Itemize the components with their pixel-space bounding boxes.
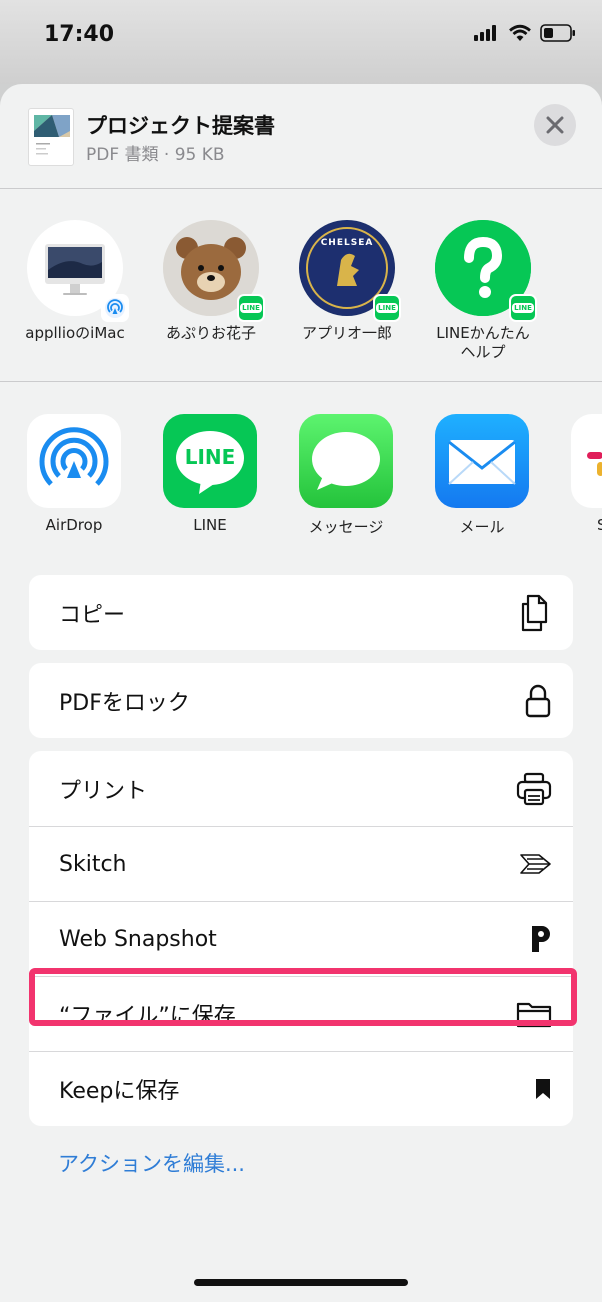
envelope-icon xyxy=(448,440,516,485)
contact-label: あぷりお花子 xyxy=(165,324,256,342)
app-label: メッセージ xyxy=(308,518,384,536)
line-badge-text: LINE xyxy=(240,303,262,313)
action-copy[interactable]: コピー xyxy=(29,575,573,650)
home-indicator xyxy=(194,1279,408,1286)
document-subtitle: PDF 書類 · 95 KB xyxy=(86,145,225,165)
action-label: Keepに保存 xyxy=(59,1079,180,1104)
contact-ichiro[interactable]: CHELSEA LINE アプリオ一郎 xyxy=(282,220,412,343)
contact-suggestions: appllioのiMac LINE あぷりお花子 CHELSEA LINE アプ… xyxy=(0,216,602,376)
bookmark-icon xyxy=(533,1077,553,1101)
lock-icon xyxy=(523,683,553,719)
contacts-divider xyxy=(0,381,602,382)
app-partial[interactable]: S xyxy=(553,414,602,534)
status-icons xyxy=(474,24,576,42)
app-label: AirDrop xyxy=(45,516,103,534)
p-logo-icon xyxy=(529,924,553,954)
contact-label: appllioのiMac xyxy=(25,324,125,342)
app-label: LINE xyxy=(193,516,227,534)
close-icon xyxy=(546,116,564,134)
line-badge: LINE xyxy=(237,294,265,322)
action-group-main: プリント Skitch Web Snapshot “ファイル”に保存 Keepに… xyxy=(29,751,573,1126)
action-skitch[interactable]: Skitch xyxy=(29,826,573,901)
message-bubble-icon xyxy=(312,432,380,490)
action-label: Web Snapshot xyxy=(59,926,217,952)
copy-icon xyxy=(519,593,553,633)
hanako-avatar: LINE xyxy=(163,220,265,322)
share-sheet: プロジェクト提案書 PDF 書類 · 95 KB appllioのiMac LI… xyxy=(0,84,602,1302)
action-print[interactable]: プリント xyxy=(29,751,573,826)
slack-like-icon xyxy=(587,452,602,476)
line-badge: LINE xyxy=(373,294,401,322)
printer-icon xyxy=(515,771,553,807)
line-badge: LINE xyxy=(509,294,537,322)
edit-actions-link[interactable]: アクションを編集... xyxy=(58,1148,245,1178)
action-label: PDFをロック xyxy=(59,690,190,716)
mail-app-icon xyxy=(435,414,529,508)
document-thumbnail-image xyxy=(34,115,70,155)
ichiro-avatar: CHELSEA LINE xyxy=(299,220,401,322)
contact-label-line2: ヘルプ xyxy=(460,343,506,361)
folder-icon xyxy=(515,999,553,1029)
skitch-arrow-icon xyxy=(519,851,553,877)
document-thumbnail xyxy=(28,108,74,166)
line-badge-text: LINE xyxy=(376,303,398,313)
airdrop-badge-icon xyxy=(105,298,125,318)
action-save-to-keep[interactable]: Keepに保存 xyxy=(29,1051,573,1126)
app-label: メール xyxy=(459,518,505,536)
action-group-lock: PDFをロック xyxy=(29,663,573,738)
app-label: S xyxy=(597,516,602,534)
contact-imac[interactable]: appllioのiMac xyxy=(10,220,140,343)
app-airdrop[interactable]: AirDrop xyxy=(9,414,139,534)
airdrop-app-icon xyxy=(27,414,121,508)
line-badge-text: LINE xyxy=(512,303,534,313)
contact-label-line1: LINEかんたん xyxy=(436,324,530,342)
app-mail[interactable]: メール xyxy=(417,414,547,537)
action-web-snapshot[interactable]: Web Snapshot xyxy=(29,901,573,976)
partial-app-icon xyxy=(571,414,602,508)
action-label: コピー xyxy=(59,602,126,628)
document-title: プロジェクト提案書 xyxy=(86,114,275,138)
action-save-to-files[interactable]: “ファイル”に保存 xyxy=(29,976,573,1051)
action-label: Skitch xyxy=(59,851,127,877)
messages-app-icon xyxy=(299,414,393,508)
header-divider xyxy=(0,188,602,189)
contact-hanako[interactable]: LINE あぷりお花子 xyxy=(146,220,276,343)
app-messages[interactable]: メッセージ xyxy=(281,414,411,537)
line-app-icon: LINE xyxy=(163,414,257,508)
airdrop-icon xyxy=(39,427,109,486)
close-button[interactable] xyxy=(534,104,576,146)
contact-label: LINEかんたん ヘルプ xyxy=(418,324,548,362)
contact-label: アプリオ一郎 xyxy=(301,324,392,342)
share-header: プロジェクト提案書 PDF 書類 · 95 KB xyxy=(0,84,602,188)
chelsea-text: CHELSEA xyxy=(320,238,374,248)
app-row: AirDrop LINE LINE メッセージ メール S xyxy=(0,414,602,544)
imac-avatar xyxy=(27,220,129,322)
status-time: 17:40 xyxy=(44,22,115,47)
action-label: “ファイル”に保存 xyxy=(59,1004,236,1029)
airdrop-badge xyxy=(101,294,129,322)
app-line[interactable]: LINE LINE xyxy=(145,414,275,534)
contact-line-help[interactable]: LINE LINEかんたん ヘルプ xyxy=(418,220,548,362)
wifi-icon xyxy=(509,24,531,41)
action-group-copy: コピー xyxy=(29,575,573,650)
battery-icon xyxy=(540,24,575,42)
action-lock-pdf[interactable]: PDFをロック xyxy=(29,663,573,738)
line-help-avatar: LINE xyxy=(435,220,537,322)
line-app-text: LINE xyxy=(184,445,236,469)
action-label: プリント xyxy=(59,778,148,804)
status-bar: 17:40 xyxy=(0,0,602,84)
signal-icon xyxy=(474,25,496,41)
